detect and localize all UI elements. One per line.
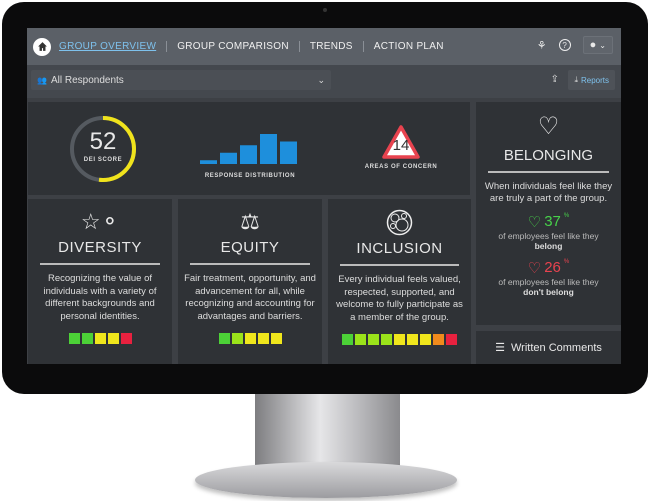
rating-segment — [270, 333, 282, 344]
belonging-description: When individuals feel like they are trul… — [484, 181, 613, 204]
response-distribution[interactable]: RESPONSE DISTRIBUTION — [200, 132, 300, 179]
download-icon: ⤓ — [574, 75, 578, 84]
belonging-title: BELONGING — [503, 147, 594, 164]
chevron-down-icon: ⌄ — [599, 41, 606, 50]
rating-segment — [433, 334, 444, 345]
camera — [323, 8, 327, 12]
distribution-chart — [200, 134, 297, 164]
concern-label: AREAS OF CONCERN — [364, 164, 438, 170]
rating-segment — [381, 334, 392, 345]
distribution-bar — [240, 145, 257, 164]
written-comments-label: Written Comments — [511, 341, 602, 354]
selected-value: All Respondents — [50, 74, 124, 86]
chevron-down-icon: ⌄ — [317, 74, 325, 85]
card-description: Every individual feels valued, respected… — [336, 274, 463, 323]
monitor-stand — [255, 394, 400, 469]
not-belong-label: don't belong — [523, 287, 574, 297]
filter-bar: 👥 All Respondents ⌄ ⇪ ⤓ Reports — [27, 65, 621, 98]
reports-button[interactable]: ⤓ Reports — [568, 70, 615, 90]
rating-bars — [178, 333, 322, 344]
distribution-bar — [260, 134, 277, 164]
concern-count: 14 — [392, 137, 410, 154]
belong-label: belong — [534, 241, 563, 251]
rating-segment — [81, 333, 93, 344]
shapes-icon: ☆⚬ — [80, 209, 120, 234]
rating-bars — [328, 334, 471, 345]
card-title: INCLUSION — [356, 240, 443, 257]
card-diversity[interactable]: ☆⚬ DIVERSITY Recognizing the value of in… — [28, 199, 172, 364]
heart-icon: ♡ — [527, 214, 542, 231]
rating-segment — [420, 334, 431, 345]
distribution-bar — [220, 152, 237, 164]
card-inclusion[interactable]: INCLUSION Every individual feels valued,… — [328, 199, 471, 364]
dei-score-label: DEI SCORE — [83, 157, 123, 163]
card-description: Recognizing the value of individuals wit… — [43, 273, 157, 322]
sprout-icon[interactable]: ⚘ — [537, 39, 547, 52]
belong-percent: ♡ 37% — [527, 213, 570, 231]
user-icon: ● — [589, 39, 597, 51]
top-nav: GROUP OVERVIEW GROUP COMPARISON TRENDS A… — [27, 28, 621, 65]
rating-segment — [244, 333, 256, 344]
circles-icon — [328, 209, 471, 236]
rating-segment — [407, 334, 418, 345]
belonging-panel[interactable]: ♡ BELONGING When individuals feel like t… — [476, 102, 621, 325]
help-icon[interactable]: ? — [558, 39, 571, 51]
share-icon[interactable]: ⇪ — [551, 74, 559, 85]
user-menu-button[interactable]: ● ⌄ — [582, 36, 613, 54]
tab-group-comparison[interactable]: GROUP COMPARISON — [166, 41, 299, 52]
comments-icon: ☰ — [495, 342, 505, 354]
rating-segment — [394, 334, 405, 345]
not-belong-percent: ♡ 26% — [527, 259, 570, 277]
distribution-bar — [200, 160, 217, 164]
reports-label: Reports — [580, 75, 609, 85]
group-icon: 👥 — [37, 75, 47, 85]
rating-segment — [368, 334, 379, 345]
areas-of-concern[interactable]: 14 AREAS OF CONCERN — [356, 124, 446, 170]
distribution-label: RESPONSE DISTRIBUTION — [204, 173, 296, 179]
not-belong-caption: of employees feel like they — [498, 277, 599, 287]
distribution-bar — [280, 141, 297, 164]
home-icon[interactable] — [33, 37, 51, 56]
card-description: Fair treatment, opportunity, and advance… — [184, 273, 316, 322]
tab-trends[interactable]: TRENDS — [298, 41, 363, 52]
monitor-base — [195, 462, 457, 498]
rating-segment — [107, 333, 119, 344]
card-equity[interactable]: ⚖ EQUITY Fair treatment, opportunity, an… — [178, 199, 322, 364]
dei-score-gauge[interactable]: 52 DEI SCORE — [68, 114, 138, 184]
rating-segment — [342, 334, 353, 345]
tab-group-overview[interactable]: GROUP OVERVIEW — [59, 41, 166, 52]
card-title: EQUITY — [220, 239, 280, 256]
scales-icon: ⚖ — [240, 209, 260, 234]
warning-triangle-icon: 14 — [381, 124, 421, 160]
belong-caption: of employees feel like they — [498, 231, 599, 241]
rating-bars — [28, 333, 172, 344]
rating-segment — [446, 334, 457, 345]
broken-heart-icon: ♡ — [527, 260, 542, 277]
dei-score-value: 52 — [89, 128, 117, 155]
tab-action-plan[interactable]: ACTION PLAN — [362, 41, 454, 52]
summary-panel: 52 DEI SCORE RESPONSE DISTRIBUTION 14 AR… — [28, 102, 470, 195]
screen: GROUP OVERVIEW GROUP COMPARISON TRENDS A… — [27, 28, 621, 364]
head-heart-icon: ♡ — [537, 113, 560, 140]
written-comments-button[interactable]: ☰ Written Comments — [476, 331, 621, 364]
rating-segment — [231, 333, 243, 344]
card-title: DIVERSITY — [58, 239, 142, 256]
rating-segment — [94, 333, 106, 344]
respondents-select[interactable]: 👥 All Respondents ⌄ — [31, 70, 331, 90]
nav-actions: ⚘ ? ● ⌄ — [537, 36, 613, 54]
rating-segment — [68, 333, 80, 344]
rating-segment — [355, 334, 366, 345]
rating-segment — [120, 333, 132, 344]
rating-segment — [218, 333, 230, 344]
rating-segment — [257, 333, 269, 344]
